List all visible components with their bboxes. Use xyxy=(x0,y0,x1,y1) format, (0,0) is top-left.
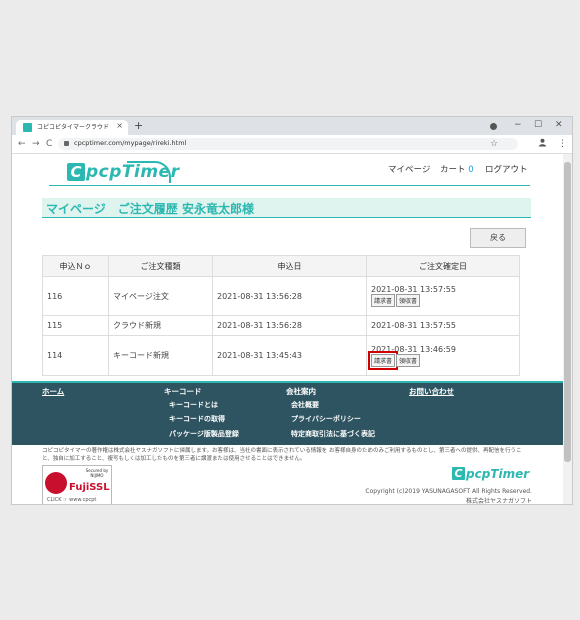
cell-date: 2021-08-31 13:45:43 xyxy=(212,335,367,376)
bookmark-star-icon[interactable]: ☆ xyxy=(490,138,498,150)
back-arrow-icon[interactable]: ← xyxy=(18,138,26,150)
order-history-table: 申込Ｎｏ ご注文種類 申込日 ご注文確定日 116 マイページ注文 2021-0… xyxy=(42,255,520,376)
footer-link-contact[interactable]: お問い合わせ xyxy=(409,386,454,397)
receipt-button[interactable]: 領収書 xyxy=(396,294,421,307)
invoice-button[interactable]: 請求書 xyxy=(367,350,399,370)
company-name: 株式会社ヤスナガソフト xyxy=(465,498,532,504)
footer-link-company-overview[interactable]: 会社概要 xyxy=(291,400,319,410)
invoice-button[interactable]: 請求書 xyxy=(371,294,396,307)
page-title-bar: マイページ ご注文履歴 安永竜太郎様 xyxy=(42,198,531,218)
cell-type: キーコード新規 xyxy=(108,335,213,376)
footer-link-privacy[interactable]: プライバシーポリシー xyxy=(291,414,361,424)
maximize-icon[interactable]: ☐ xyxy=(534,118,542,132)
cart-count: 0 xyxy=(468,165,474,175)
nav-cart[interactable]: カート 0 xyxy=(440,163,474,175)
page-content: C pcpTimer マイページ カート 0 ログアウト マイページ ご注文履歴… xyxy=(12,154,563,504)
cell-type: マイページ注文 xyxy=(108,276,213,316)
col-header-type: ご注文種類 xyxy=(108,255,213,277)
ssl-seal-icon xyxy=(45,472,67,494)
cell-confirmed: 2021-08-31 13:57:55 請求書 領収書 xyxy=(366,276,520,316)
scrollbar-thumb[interactable] xyxy=(564,162,571,462)
ssl-click: CLICK ☞ www.cpcpt xyxy=(47,497,97,503)
cell-no: 115 xyxy=(42,315,109,336)
footer-link-home[interactable]: ホーム xyxy=(42,386,64,397)
footer-logo: C pcpTimer xyxy=(452,467,529,483)
tab-close-icon[interactable]: × xyxy=(116,121,123,130)
tab-bar: コピコピタイマークラウド × + − ☐ ✕ xyxy=(12,117,572,135)
col-header-confirmed: ご注文確定日 xyxy=(366,255,520,277)
cell-no: 116 xyxy=(42,276,109,316)
footer-heading-company[interactable]: 会社案内 xyxy=(286,386,316,397)
tab-title: コピコピタイマークラウド xyxy=(37,124,110,131)
vertical-scrollbar[interactable] xyxy=(563,154,572,504)
table-row: 116 マイページ注文 2021-08-31 13:56:28 2021-08-… xyxy=(42,276,520,316)
new-tab-icon[interactable]: + xyxy=(134,119,143,133)
footer-heading-keycode[interactable]: キーコード xyxy=(164,386,202,397)
nav-mypage[interactable]: マイページ xyxy=(388,163,430,175)
profile-icon[interactable] xyxy=(490,123,497,130)
confirmed-date: 2021-08-31 13:57:55 xyxy=(371,285,456,294)
lock-icon xyxy=(64,141,69,146)
cell-confirmed: 2021-08-31 13:46:59 請求書 領収書 xyxy=(366,335,520,376)
logo-swoosh xyxy=(127,161,171,183)
copyright-text: Copyright (c)2019 YASUNAGASOFT All Right… xyxy=(365,488,532,495)
footer-link-legal[interactable]: 特定商取引法に基づく表記 xyxy=(291,429,375,439)
header-divider xyxy=(49,185,530,186)
table-row: 114 キーコード新規 2021-08-31 13:45:43 2021-08-… xyxy=(42,335,520,376)
table-header-row: 申込Ｎｏ ご注文種類 申込日 ご注文確定日 xyxy=(42,255,520,277)
cell-no: 114 xyxy=(42,335,109,376)
footer-logo-text: pcpTimer xyxy=(466,467,530,481)
col-header-date: 申込日 xyxy=(212,255,367,277)
back-button[interactable]: 戻る xyxy=(470,228,526,248)
url-bar[interactable]: cpcptimer.com/mypage/rireki.html xyxy=(58,138,518,150)
menu-kebab-icon[interactable]: ⋮ xyxy=(558,138,567,150)
ssl-brand: FujiSSL xyxy=(69,482,110,493)
receipt-button[interactable]: 領収書 xyxy=(396,353,421,367)
page-title: マイページ ご注文履歴 安永竜太郎様 xyxy=(46,202,254,216)
close-window-icon[interactable]: ✕ xyxy=(555,118,563,132)
footer-link-keycode-about[interactable]: キーコードとは xyxy=(169,400,218,410)
cell-date: 2021-08-31 13:56:28 xyxy=(212,276,367,316)
account-icon[interactable] xyxy=(538,138,547,147)
url-text[interactable]: cpcptimer.com/mypage/rireki.html xyxy=(74,139,186,147)
copyright-note: コピコピタイマーの著作権は株式会社ヤスナガソフトに帰属します。お客様は、当社の書… xyxy=(42,448,522,462)
nav-logout[interactable]: ログアウト xyxy=(485,163,528,175)
site-footer: ホーム キーコード キーコードとは キーコードの取得 パッケージ版製品登録 会社… xyxy=(12,381,563,445)
browser-tab[interactable]: コピコピタイマークラウド × xyxy=(16,120,128,135)
reload-icon[interactable]: C xyxy=(46,138,52,150)
nav-cart-label: カート xyxy=(440,165,466,175)
table-row: 115 クラウド新規 2021-08-31 13:56:28 2021-08-3… xyxy=(42,315,520,336)
footer-link-package-register[interactable]: パッケージ版製品登録 xyxy=(169,429,239,439)
browser-window: コピコピタイマークラウド × + − ☐ ✕ ← → C cpcptimer.c… xyxy=(11,116,573,505)
cell-confirmed: 2021-08-31 13:57:55 xyxy=(366,315,520,336)
ssl-seal[interactable]: Secured by NIJIMO FujiSSL CLICK ☞ www.cp… xyxy=(42,465,112,504)
col-header-no: 申込Ｎｏ xyxy=(42,255,109,277)
minimize-icon[interactable]: − xyxy=(514,118,522,132)
ssl-secured-text: Secured by NIJIMO xyxy=(85,468,109,478)
footer-link-keycode-get[interactable]: キーコードの取得 xyxy=(169,414,225,424)
cell-date: 2021-08-31 13:56:28 xyxy=(212,315,367,336)
cell-type: クラウド新規 xyxy=(108,315,213,336)
favicon-icon xyxy=(23,123,32,132)
confirmed-date: 2021-08-31 13:46:59 xyxy=(371,344,456,354)
forward-arrow-icon[interactable]: → xyxy=(32,138,40,150)
address-bar-row: ← → C cpcptimer.com/mypage/rireki.html ☆… xyxy=(12,135,572,154)
footer-logo-letter: C xyxy=(452,467,465,480)
logo-letter: C xyxy=(67,163,85,181)
